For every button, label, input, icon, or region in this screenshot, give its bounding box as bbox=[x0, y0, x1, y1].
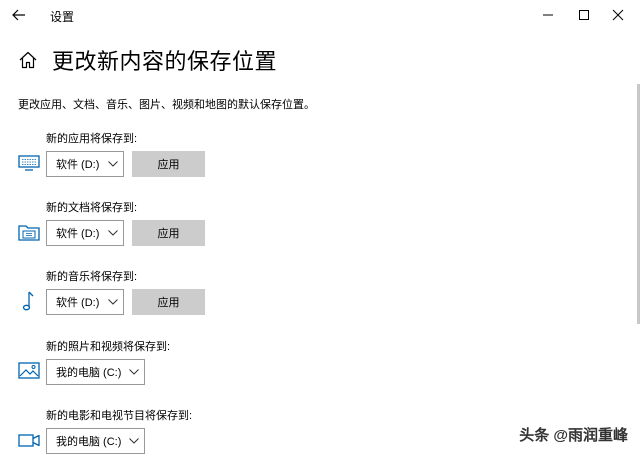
app-title: 设置 bbox=[50, 10, 75, 24]
documents-drive-value: 软件 (D:) bbox=[56, 228, 100, 240]
apps-save-label: 新的应用将保存到: bbox=[46, 133, 138, 145]
documents-save-label: 新的文档将保存到: bbox=[46, 202, 138, 214]
back-button[interactable] bbox=[8, 4, 30, 26]
documents-drive-select[interactable]: 软件 (D:) bbox=[46, 220, 124, 246]
watermark: 头条 @雨润重峰 bbox=[519, 427, 628, 444]
apps-apply-button[interactable]: 应用 bbox=[132, 151, 205, 177]
movies-save-label: 新的电影和电视节目将保存到: bbox=[46, 410, 193, 422]
music-drive-select[interactable]: 软件 (D:) bbox=[46, 289, 124, 315]
music-drive-value: 软件 (D:) bbox=[56, 297, 100, 309]
documents-apply-button[interactable]: 应用 bbox=[132, 220, 205, 246]
minimize-icon bbox=[543, 14, 553, 16]
maximize-button[interactable] bbox=[566, 3, 602, 27]
picture-icon bbox=[18, 362, 40, 379]
music-apply-button[interactable]: 应用 bbox=[132, 289, 205, 315]
page-title: 更改新内容的保存位置 bbox=[52, 49, 278, 74]
photos-drive-select[interactable]: 我的电脑 (C:) bbox=[46, 359, 145, 385]
music-save-label: 新的音乐将保存到: bbox=[46, 271, 138, 283]
photos-drive-value: 我的电脑 (C:) bbox=[56, 367, 122, 379]
maximize-icon bbox=[579, 10, 589, 20]
close-icon bbox=[612, 9, 624, 21]
folder-icon bbox=[18, 225, 40, 241]
monitor-icon bbox=[18, 155, 40, 171]
back-arrow-icon bbox=[12, 9, 25, 21]
chevron-down-icon bbox=[103, 299, 123, 305]
movies-drive-select[interactable]: 我的电脑 (C:) bbox=[46, 428, 145, 454]
chevron-down-icon bbox=[124, 369, 144, 375]
chevron-down-icon bbox=[103, 230, 123, 236]
apps-drive-value: 软件 (D:) bbox=[56, 159, 100, 171]
apps-drive-select[interactable]: 软件 (D:) bbox=[46, 151, 124, 177]
movies-drive-value: 我的电脑 (C:) bbox=[56, 436, 122, 448]
photos-save-label: 新的照片和视频将保存到: bbox=[46, 341, 171, 353]
page-description: 更改应用、文档、音乐、图片、视频和地图的默认保存位置。 bbox=[18, 99, 315, 111]
close-button[interactable] bbox=[600, 3, 636, 27]
title-bar: 设置 bbox=[0, 0, 640, 30]
minimize-button[interactable] bbox=[530, 3, 566, 27]
home-icon[interactable] bbox=[18, 50, 38, 70]
music-note-icon bbox=[22, 291, 34, 311]
page-header: 更改新内容的保存位置 bbox=[18, 44, 277, 76]
chevron-down-icon bbox=[103, 161, 123, 167]
video-camera-icon bbox=[18, 434, 40, 447]
chevron-down-icon bbox=[124, 438, 144, 444]
